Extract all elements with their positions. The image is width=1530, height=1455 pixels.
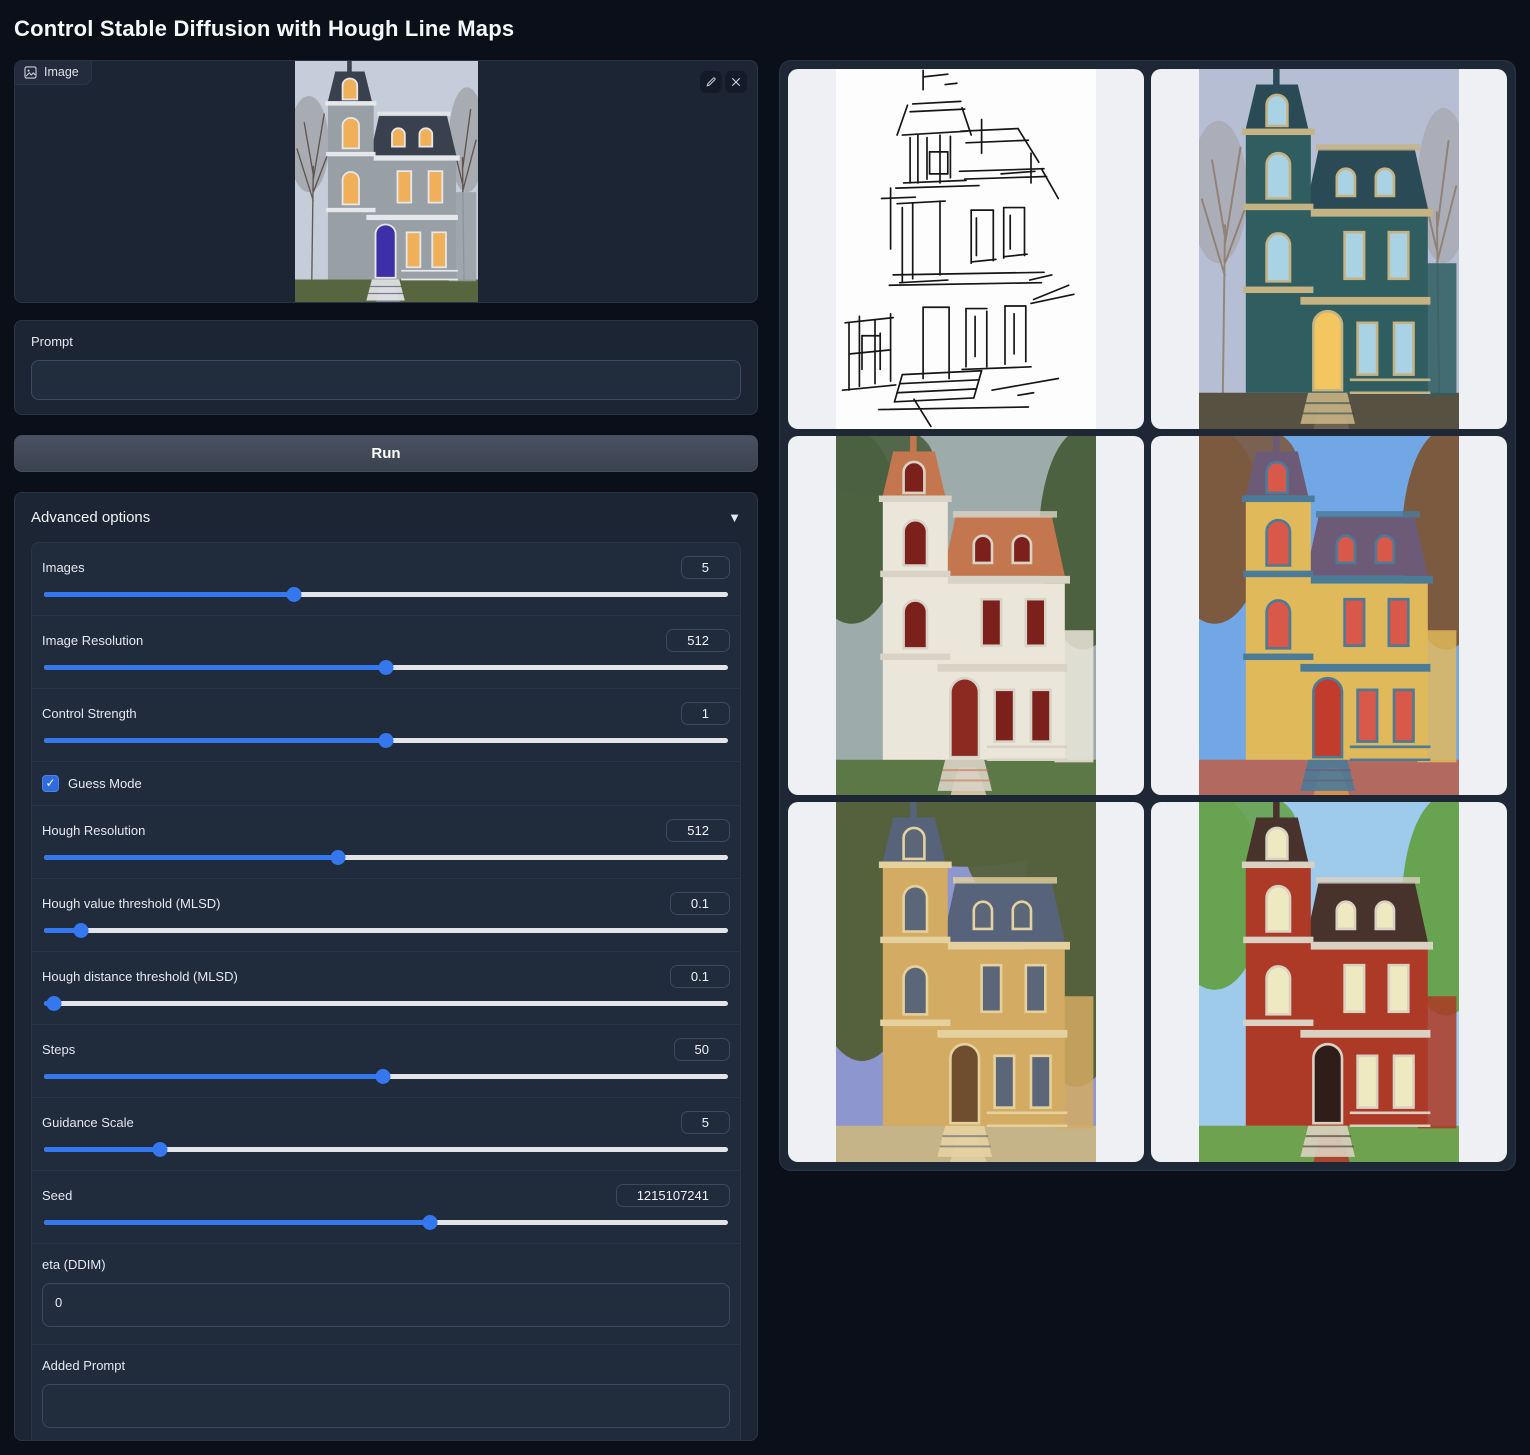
slider-track-seed[interactable]: [44, 1220, 728, 1225]
slider-row-hough-value-threshold-mlsd: Hough value threshold (MLSD) 0.1: [32, 878, 740, 951]
slider-thumb-image-resolution[interactable]: [379, 660, 394, 675]
slider-track-hough-value-threshold-mlsd[interactable]: [44, 928, 728, 933]
app: Control Stable Diffusion with Hough Line…: [0, 0, 1530, 1441]
gallery-item-generated-image-4[interactable]: [788, 802, 1144, 1162]
slider-row-hough-resolution: Hough Resolution 512: [32, 805, 740, 878]
pencil-icon: [705, 76, 717, 88]
slider-label-image-resolution: Image Resolution: [42, 633, 143, 648]
slider-label-steps: Steps: [42, 1042, 75, 1057]
slider-row-seed: Seed 1215107241: [32, 1170, 740, 1243]
slider-track-images[interactable]: [44, 592, 728, 597]
slider-row-steps: Steps 50: [32, 1024, 740, 1097]
slider-track-hough-resolution[interactable]: [44, 855, 728, 860]
gallery-item-generated-image-3[interactable]: [1151, 436, 1507, 796]
textbox-input-added-prompt[interactable]: [42, 1384, 730, 1428]
prompt-panel: Prompt: [14, 320, 758, 415]
textbox-input-eta-ddim[interactable]: [42, 1283, 730, 1327]
collapse-caret-icon: ▼: [728, 510, 741, 525]
slider-thumb-hough-distance-threshold-mlsd[interactable]: [47, 996, 62, 1011]
textbox-label-added-prompt: Added Prompt: [42, 1358, 730, 1373]
image-label-tab: Image: [15, 61, 92, 85]
gallery-item-generated-image-1[interactable]: [1151, 69, 1507, 429]
run-button[interactable]: Run: [14, 435, 758, 472]
advanced-options-title: Advanced options: [31, 509, 150, 526]
gallery-item-hough-line-map[interactable]: [788, 69, 1144, 429]
slider-row-guidance-scale: Guidance Scale 5: [32, 1097, 740, 1170]
slider-label-images: Images: [42, 560, 85, 575]
slider-thumb-control-strength[interactable]: [379, 733, 394, 748]
slider-track-hough-distance-threshold-mlsd[interactable]: [44, 1001, 728, 1006]
slider-row-hough-distance-threshold-mlsd: Hough distance threshold (MLSD) 0.1: [32, 951, 740, 1024]
input-image[interactable]: [15, 61, 757, 302]
prompt-input[interactable]: [31, 360, 741, 400]
prompt-label: Prompt: [31, 334, 741, 349]
slider-thumb-hough-value-threshold-mlsd[interactable]: [73, 923, 88, 938]
gallery-item-generated-image-5[interactable]: [1151, 802, 1507, 1162]
input-image-panel[interactable]: Image: [14, 60, 758, 303]
slider-label-control-strength: Control Strength: [42, 706, 137, 721]
edit-image-button[interactable]: [700, 71, 722, 93]
controls-column: Image Prompt: [14, 60, 758, 1441]
result-gallery: [779, 60, 1516, 1171]
slider-track-guidance-scale[interactable]: [44, 1147, 728, 1152]
slider-thumb-hough-resolution[interactable]: [331, 850, 346, 865]
slider-thumb-steps[interactable]: [375, 1069, 390, 1084]
page-title: Control Stable Diffusion with Hough Line…: [14, 0, 1516, 60]
slider-track-image-resolution[interactable]: [44, 665, 728, 670]
clear-image-button[interactable]: [725, 71, 747, 93]
slider-value-hough-resolution[interactable]: 512: [666, 819, 730, 842]
image-actions: [700, 71, 747, 93]
close-icon: [730, 76, 742, 88]
slider-value-hough-value-threshold-mlsd[interactable]: 0.1: [670, 892, 730, 915]
slider-value-guidance-scale[interactable]: 5: [681, 1111, 730, 1134]
checkbox-label-guess-mode: Guess Mode: [68, 776, 142, 791]
slider-value-hough-distance-threshold-mlsd[interactable]: 0.1: [670, 965, 730, 988]
guess-mode-checkbox[interactable]: ✓ Guess Mode: [32, 761, 740, 805]
textbox-row-added-prompt: Added Prompt: [32, 1344, 740, 1441]
slider-value-control-strength[interactable]: 1: [681, 702, 730, 725]
slider-value-seed[interactable]: 1215107241: [616, 1184, 730, 1207]
slider-label-guidance-scale: Guidance Scale: [42, 1115, 134, 1130]
slider-track-control-strength[interactable]: [44, 738, 728, 743]
slider-label-hough-distance-threshold-mlsd: Hough distance threshold (MLSD): [42, 969, 238, 984]
advanced-options-group: Images 5 Image Resolution 512 Control Streng…: [31, 542, 741, 1441]
textbox-row-eta-ddim: eta (DDIM): [32, 1243, 740, 1344]
slider-value-image-resolution[interactable]: 512: [666, 629, 730, 652]
slider-thumb-images[interactable]: [287, 587, 302, 602]
slider-row-image-resolution: Image Resolution 512: [32, 615, 740, 688]
main-columns: Image Prompt: [14, 60, 1516, 1441]
slider-thumb-seed[interactable]: [422, 1215, 437, 1230]
results-column: [779, 60, 1516, 1171]
slider-value-steps[interactable]: 50: [674, 1038, 730, 1061]
slider-label-hough-resolution: Hough Resolution: [42, 823, 145, 838]
slider-thumb-guidance-scale[interactable]: [153, 1142, 168, 1157]
slider-value-images[interactable]: 5: [681, 556, 730, 579]
slider-label-hough-value-threshold-mlsd: Hough value threshold (MLSD): [42, 896, 220, 911]
gallery-item-generated-image-2[interactable]: [788, 436, 1144, 796]
advanced-options-header[interactable]: Advanced options ▼: [31, 509, 741, 526]
slider-row-control-strength: Control Strength 1: [32, 688, 740, 761]
advanced-options-panel: Advanced options ▼ Images 5 Image Resoluti…: [14, 492, 758, 1441]
slider-label-seed: Seed: [42, 1188, 72, 1203]
checkbox-check-icon: ✓: [42, 775, 59, 792]
image-label: Image: [44, 65, 79, 79]
slider-track-steps[interactable]: [44, 1074, 728, 1079]
image-icon: [24, 66, 37, 79]
slider-row-images: Images 5: [32, 543, 740, 615]
textbox-label-eta-ddim: eta (DDIM): [42, 1257, 730, 1272]
